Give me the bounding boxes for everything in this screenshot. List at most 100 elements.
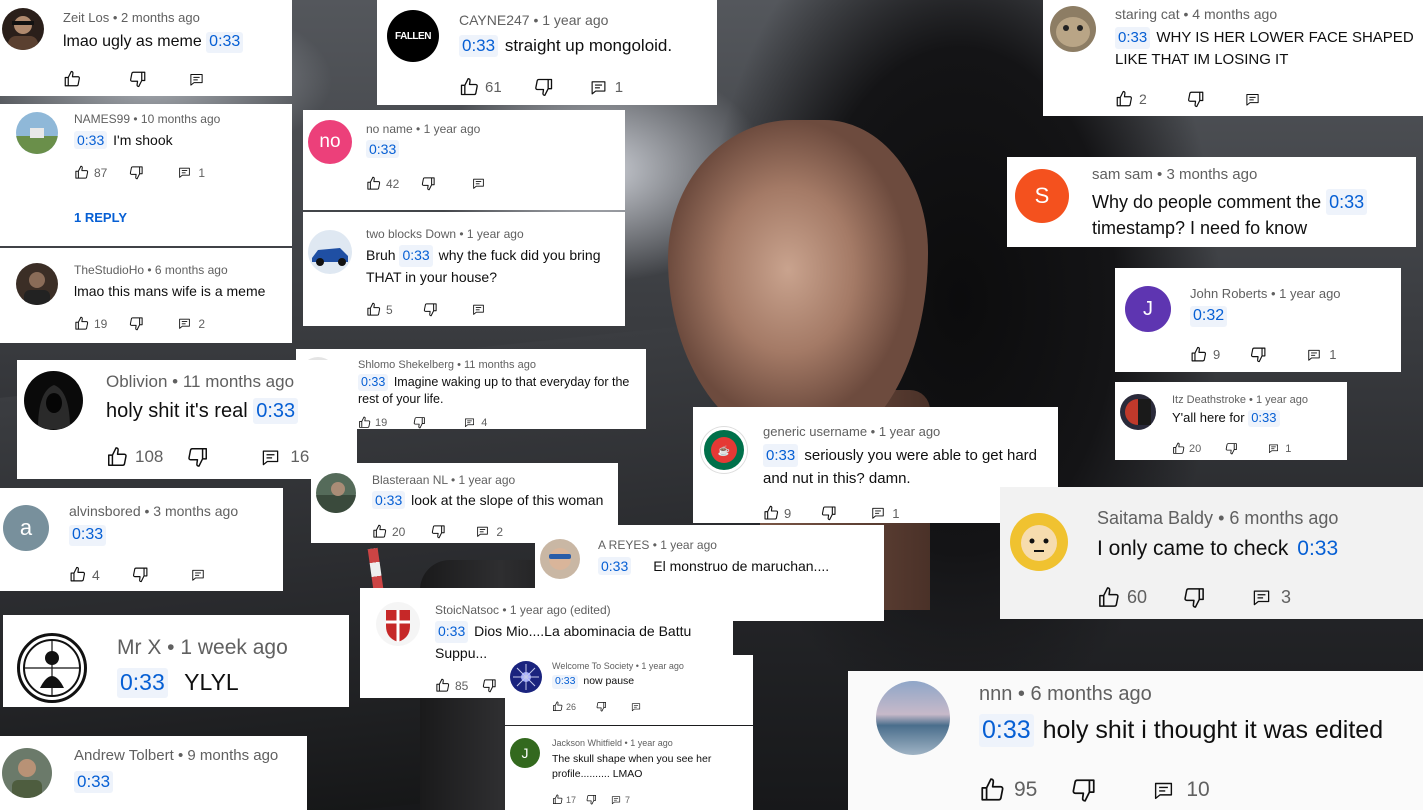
reply-icon[interactable] xyxy=(871,506,885,520)
reply-icon[interactable] xyxy=(189,72,204,87)
comment-author[interactable]: NAMES99 xyxy=(74,112,130,126)
timestamp-link[interactable]: 0:33 xyxy=(74,131,108,150)
timestamp-link[interactable]: 0:33 xyxy=(1294,535,1341,562)
avatar[interactable] xyxy=(1120,394,1156,430)
timestamp-link[interactable]: 0:33 xyxy=(1115,27,1151,49)
reply-icon[interactable] xyxy=(1245,92,1260,107)
thumb-up-icon[interactable] xyxy=(372,524,387,539)
timestamp-link[interactable]: 0:32 xyxy=(1190,306,1228,327)
reply-icon[interactable] xyxy=(1153,780,1174,801)
timestamp-link[interactable]: 0:33 xyxy=(399,245,433,267)
reply-icon[interactable] xyxy=(611,795,621,805)
thumb-up-icon[interactable] xyxy=(69,566,86,583)
timestamp-link[interactable]: 0:33 xyxy=(206,32,244,53)
reply-icon[interactable] xyxy=(476,525,489,538)
comment-author[interactable]: Zeit Los xyxy=(63,10,109,25)
reply-icon[interactable] xyxy=(178,317,191,330)
comment-author[interactable]: TheStudioHo xyxy=(74,263,144,277)
avatar[interactable]: no xyxy=(308,120,352,164)
thumb-up-icon[interactable] xyxy=(63,70,81,88)
thumb-up-icon[interactable] xyxy=(763,505,779,521)
reply-icon[interactable] xyxy=(191,568,205,582)
thumb-down-icon[interactable] xyxy=(431,524,446,539)
thumb-up-icon[interactable] xyxy=(1097,586,1120,609)
thumb-down-icon[interactable] xyxy=(596,701,607,712)
comment-author[interactable]: StoicNatsoc xyxy=(435,603,499,617)
thumb-down-icon[interactable] xyxy=(1071,777,1097,803)
reply-icon[interactable] xyxy=(178,166,191,179)
timestamp-link[interactable]: 0:33 xyxy=(763,444,799,468)
comment-author[interactable]: Saitama Baldy xyxy=(1097,508,1213,528)
thumb-down-icon[interactable] xyxy=(1250,346,1267,363)
reply-icon[interactable] xyxy=(1268,443,1279,454)
avatar[interactable] xyxy=(876,681,950,755)
thumb-down-icon[interactable] xyxy=(129,316,144,331)
thumb-up-icon[interactable] xyxy=(358,416,371,429)
reply-icon[interactable] xyxy=(464,417,475,428)
avatar[interactable] xyxy=(17,633,87,703)
thumb-down-icon[interactable] xyxy=(534,77,554,97)
thumb-down-icon[interactable] xyxy=(413,416,426,429)
thumb-down-icon[interactable] xyxy=(821,505,837,521)
timestamp-link[interactable]: 0:33 xyxy=(459,35,499,58)
thumb-up-icon[interactable] xyxy=(1115,90,1133,108)
comment-author[interactable]: sam sam xyxy=(1092,166,1153,183)
avatar[interactable]: J xyxy=(510,738,540,768)
comment-author[interactable]: Itz Deathstroke xyxy=(1172,394,1246,406)
thumb-up-icon[interactable] xyxy=(74,316,89,331)
avatar[interactable] xyxy=(24,371,83,430)
thumb-down-icon[interactable] xyxy=(132,566,149,583)
thumb-down-icon[interactable] xyxy=(129,70,147,88)
thumb-up-icon[interactable] xyxy=(459,77,479,97)
reply-icon[interactable] xyxy=(472,177,485,190)
comment-author[interactable]: nnn xyxy=(979,683,1012,705)
avatar[interactable] xyxy=(316,473,356,513)
reply-icon[interactable] xyxy=(590,79,607,96)
timestamp-link[interactable]: 0:33 xyxy=(1248,410,1280,427)
thumb-up-icon[interactable] xyxy=(552,701,563,712)
thumb-up-icon[interactable] xyxy=(1172,442,1185,455)
timestamp-link[interactable]: 0:33 xyxy=(372,491,406,510)
reply-icon[interactable] xyxy=(1252,588,1271,607)
thumb-up-icon[interactable] xyxy=(552,794,563,805)
avatar[interactable] xyxy=(16,263,58,305)
thumb-up-icon[interactable] xyxy=(979,777,1005,803)
comment-author[interactable]: generic username xyxy=(763,424,867,439)
timestamp-link[interactable]: 0:33 xyxy=(1326,189,1368,216)
avatar[interactable]: S xyxy=(1015,169,1069,223)
avatar[interactable] xyxy=(16,112,58,154)
timestamp-link[interactable]: 0:33 xyxy=(69,525,107,546)
comment-author[interactable]: no name xyxy=(366,122,413,136)
avatar[interactable] xyxy=(510,661,542,693)
thumb-down-icon[interactable] xyxy=(586,794,597,805)
timestamp-link[interactable]: 0:33 xyxy=(435,621,469,643)
thumb-up-icon[interactable] xyxy=(106,446,128,468)
thumb-down-icon[interactable] xyxy=(187,446,209,468)
avatar[interactable] xyxy=(2,8,44,50)
comment-author[interactable]: Welcome To Society xyxy=(552,661,633,671)
comment-author[interactable]: A REYES xyxy=(598,538,649,552)
timestamp-link[interactable]: 0:33 xyxy=(979,714,1034,747)
comment-author[interactable]: two blocks Down xyxy=(366,227,456,241)
thumb-down-icon[interactable] xyxy=(1187,90,1205,108)
avatar[interactable] xyxy=(540,539,580,579)
avatar[interactable]: FALLEN xyxy=(387,10,439,62)
thumb-down-icon[interactable] xyxy=(421,176,436,191)
comment-author[interactable]: Andrew Tolbert xyxy=(74,747,174,764)
avatar[interactable] xyxy=(2,748,52,798)
comment-author[interactable]: Jackson Whitfield xyxy=(552,738,622,748)
comment-author[interactable]: alvinsbored xyxy=(69,503,141,519)
comment-author[interactable]: Mr X xyxy=(117,636,161,659)
comment-author[interactable]: John Roberts xyxy=(1190,286,1267,301)
thumb-down-icon[interactable] xyxy=(423,302,438,317)
comment-author[interactable]: staring cat xyxy=(1115,6,1180,22)
view-replies-link[interactable]: 1 REPLY xyxy=(74,210,127,225)
thumb-down-icon[interactable] xyxy=(482,678,497,693)
timestamp-link[interactable]: 0:33 xyxy=(253,398,299,424)
timestamp-link[interactable]: 0:33 xyxy=(117,668,168,698)
timestamp-link[interactable]: 0:33 xyxy=(74,771,114,794)
thumb-down-icon[interactable] xyxy=(1183,586,1206,609)
timestamp-link[interactable]: 0:33 xyxy=(598,557,632,576)
thumb-up-icon[interactable] xyxy=(74,165,89,180)
timestamp-link[interactable]: 0:33 xyxy=(358,374,389,391)
